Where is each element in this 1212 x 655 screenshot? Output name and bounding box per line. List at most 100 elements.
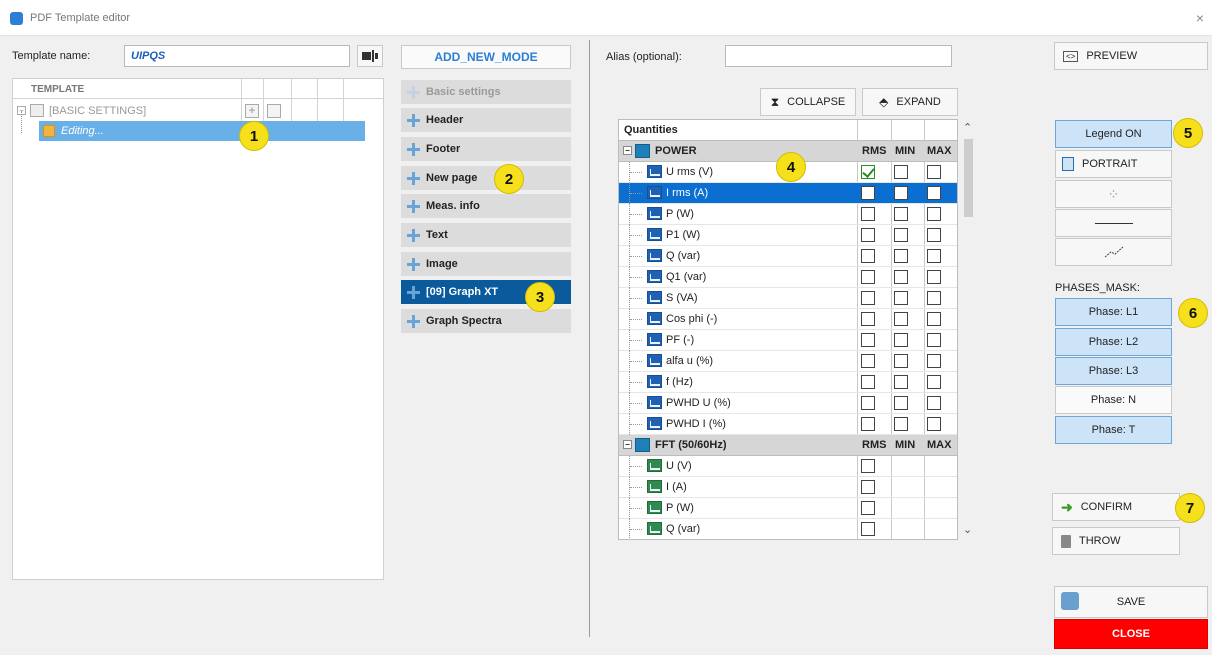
group-fft-row[interactable]: − FFT (50/60Hz) RMS MIN MAX (619, 435, 957, 456)
max-checkbox[interactable] (927, 207, 941, 221)
rms-checkbox[interactable] (861, 375, 875, 389)
table-row[interactable]: f (Hz) (619, 372, 957, 393)
table-row[interactable]: PWHD I (%) (619, 414, 957, 435)
table-row[interactable]: P (W) (619, 204, 957, 225)
table-row[interactable]: Q (var) (619, 519, 957, 539)
template-load-button[interactable] (357, 45, 383, 67)
save-button[interactable]: SAVE (1054, 586, 1208, 618)
rms-checkbox[interactable] (861, 480, 875, 494)
mode-new-page[interactable]: New page (401, 166, 571, 192)
rms-checkbox[interactable] (861, 249, 875, 263)
window-close-icon[interactable]: × (1190, 8, 1210, 28)
min-checkbox[interactable] (894, 396, 908, 410)
table-row[interactable]: I (A) (619, 477, 957, 498)
mode-basic-settings[interactable]: Basic settings (401, 80, 571, 106)
max-checkbox[interactable] (927, 228, 941, 242)
max-checkbox[interactable] (927, 165, 941, 179)
min-checkbox[interactable] (894, 186, 908, 200)
min-checkbox[interactable] (894, 270, 908, 284)
table-row[interactable]: Cos phi (-) (619, 309, 957, 330)
preview-button[interactable]: <> PREVIEW (1054, 42, 1208, 70)
add-node-icon[interactable]: + (245, 104, 259, 118)
collapse-group-icon[interactable]: − (623, 440, 632, 449)
table-row[interactable]: Q (var) (619, 246, 957, 267)
phase-l2-button[interactable]: Phase: L2 (1055, 328, 1172, 356)
tree-editing-row[interactable]: Editing... (39, 121, 365, 141)
min-checkbox[interactable] (894, 354, 908, 368)
template-tree[interactable]: TEMPLATE − [BASIC SETTINGS] + Editing... (12, 78, 384, 580)
max-checkbox[interactable] (927, 375, 941, 389)
scroll-up-icon[interactable]: ⌃ (963, 121, 972, 134)
max-checkbox[interactable] (927, 417, 941, 431)
max-checkbox[interactable] (927, 333, 941, 347)
max-checkbox[interactable] (927, 312, 941, 326)
table-scrollbar[interactable]: ⌃ ⌄ (960, 119, 976, 540)
max-checkbox[interactable] (927, 291, 941, 305)
marker-style-button[interactable]: ⁘ (1055, 180, 1172, 208)
max-checkbox[interactable] (927, 270, 941, 284)
table-row[interactable]: alfa u (%) (619, 351, 957, 372)
min-checkbox[interactable] (894, 207, 908, 221)
mode-footer[interactable]: Footer (401, 137, 571, 163)
rms-checkbox[interactable] (861, 312, 875, 326)
scroll-thumb[interactable] (964, 139, 973, 217)
phase-l3-button[interactable]: Phase: L3 (1055, 357, 1172, 385)
throw-button[interactable]: THROW (1052, 527, 1180, 555)
rms-checkbox[interactable] (861, 522, 875, 536)
rms-checkbox[interactable] (861, 291, 875, 305)
add-new-mode-button[interactable]: ADD_NEW_MODE (401, 45, 571, 69)
rms-checkbox[interactable] (861, 207, 875, 221)
table-row[interactable]: P (W) (619, 498, 957, 519)
edit-node-icon[interactable] (267, 104, 281, 118)
rms-checkbox[interactable] (861, 333, 875, 347)
phase-n-button[interactable]: Phase: N (1055, 386, 1172, 414)
min-checkbox[interactable] (894, 228, 908, 242)
template-name-input[interactable]: UIPQS (124, 45, 350, 67)
table-row[interactable]: I rms (A) (619, 183, 957, 204)
min-checkbox[interactable] (894, 249, 908, 263)
graph-style-button[interactable] (1055, 238, 1172, 266)
tree-root-row[interactable]: − [BASIC SETTINGS] + (13, 101, 383, 121)
mode-meas-info[interactable]: Meas. info (401, 194, 571, 220)
table-row[interactable]: PF (-) (619, 330, 957, 351)
min-checkbox[interactable] (894, 417, 908, 431)
min-checkbox[interactable] (894, 312, 908, 326)
confirm-button[interactable]: ➜ CONFIRM (1052, 493, 1180, 521)
min-checkbox[interactable] (894, 375, 908, 389)
alias-input[interactable] (725, 45, 952, 67)
max-checkbox[interactable] (927, 186, 941, 200)
rms-checkbox[interactable] (861, 417, 875, 431)
rms-checkbox[interactable] (861, 354, 875, 368)
rms-checkbox[interactable] (861, 186, 875, 200)
max-checkbox[interactable] (927, 249, 941, 263)
rms-checkbox[interactable] (861, 270, 875, 284)
scroll-down-icon[interactable]: ⌄ (963, 523, 972, 536)
max-checkbox[interactable] (927, 354, 941, 368)
close-button[interactable]: CLOSE (1054, 619, 1208, 649)
rms-checkbox[interactable] (861, 396, 875, 410)
line-style-button[interactable] (1055, 209, 1172, 237)
min-checkbox[interactable] (894, 165, 908, 179)
max-checkbox[interactable] (927, 396, 941, 410)
mode-image[interactable]: Image (401, 252, 571, 278)
portrait-button[interactable]: PORTRAIT (1055, 150, 1172, 178)
phase-t-button[interactable]: Phase: T (1055, 416, 1172, 444)
rms-checkbox[interactable] (861, 501, 875, 515)
min-checkbox[interactable] (894, 333, 908, 347)
mode-header[interactable]: Header (401, 108, 571, 134)
legend-toggle-button[interactable]: Legend ON (1055, 120, 1172, 148)
collapse-group-icon[interactable]: − (623, 146, 632, 155)
table-row[interactable]: S (VA) (619, 288, 957, 309)
collapse-button[interactable]: ⧗ COLLAPSE (760, 88, 856, 116)
table-row[interactable]: Q1 (var) (619, 267, 957, 288)
rms-checkbox[interactable] (861, 228, 875, 242)
rms-checkbox[interactable] (861, 165, 875, 179)
min-checkbox[interactable] (894, 291, 908, 305)
phase-l1-button[interactable]: Phase: L1 (1055, 298, 1172, 326)
expand-button[interactable]: ⬘ EXPAND (862, 88, 958, 116)
mode-graph-spectra[interactable]: Graph Spectra (401, 309, 571, 335)
table-row[interactable]: PWHD U (%) (619, 393, 957, 414)
table-row[interactable]: U (V) (619, 456, 957, 477)
mode-text[interactable]: Text (401, 223, 571, 249)
quantities-table[interactable]: Quantities − POWER RMS MIN MAX U rms (V)… (618, 119, 958, 540)
